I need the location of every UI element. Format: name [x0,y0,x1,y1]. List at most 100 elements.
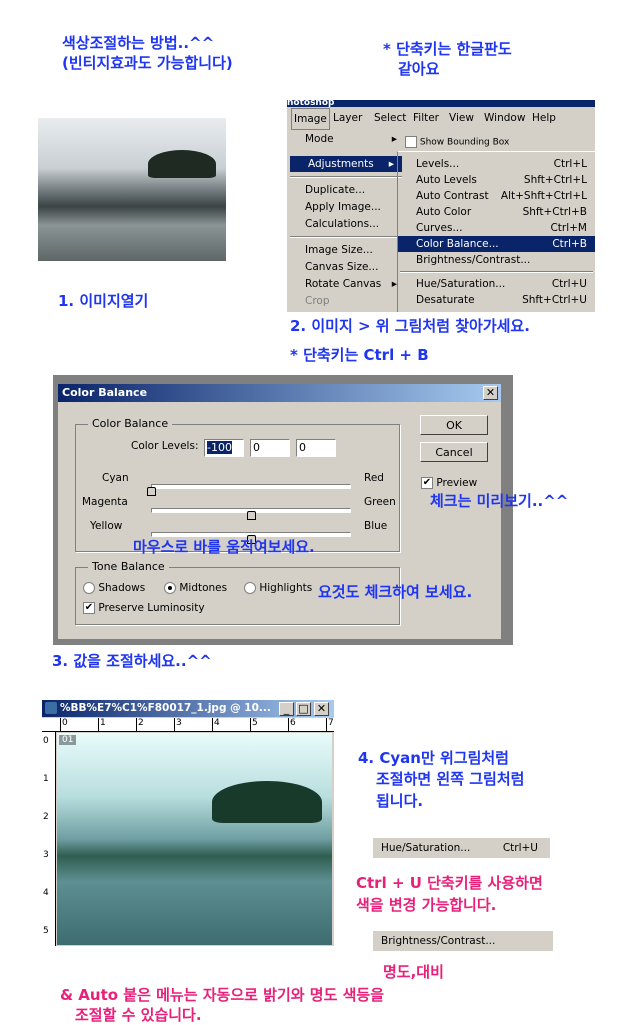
tone-note: 요것도 체크하여 보세요. [318,583,473,601]
photoshop-icon [45,702,57,714]
group-label: Tone Balance [88,560,169,573]
edited-photo: 01 [57,733,332,945]
ctrl-u-note-2: 색을 변경 가능합니다. [356,896,497,914]
menu-item-duplicate[interactable]: Duplicate... [287,182,405,198]
menu-view[interactable]: View [449,108,474,128]
menu-item-image-size[interactable]: Image Size... [287,242,405,258]
ruler-tick-label: 5 [43,926,49,936]
cyan-red-thumb[interactable] [147,487,156,496]
layer-badge: 01 [59,735,77,745]
step4-line3: 됩니다. [376,792,424,810]
submenu-brightness-contrast[interactable]: Brightness/Contrast... [398,252,595,268]
submenu-desaturate[interactable]: Desaturate Shft+Ctrl+U [398,292,595,308]
auto-note-1: & Auto 붙은 메뉴는 자동으로 밝기와 명도 색등을 [60,986,385,1004]
green-label: Green [364,496,396,508]
ruler-tick-label: 4 [43,888,49,898]
adjustments-submenu: Levels... Ctrl+L Auto Levels Shft+Ctrl+L A… [397,151,595,312]
minimize-icon[interactable]: _ [279,702,294,716]
step4-line1: 4. Cyan만 위그림처럼 [358,749,509,767]
ruler-tick-label: 2 [43,812,49,822]
step3-label: 3. 값을 조절하세요..^^ [52,652,212,670]
preview-note: 체크는 미리보기..^^ [430,492,569,510]
close-icon[interactable]: ✕ [483,386,498,400]
color-levels-label: Color Levels: [131,440,199,452]
blue-label: Blue [364,520,388,532]
submenu-hue-saturation[interactable]: Hue/Saturation... Ctrl+U [398,276,595,292]
auto-note-2: 조절할 수 있습니다. [75,1006,202,1024]
ruler-tick-label: 1 [98,718,106,732]
dialog-titlebar: Color Balance ✕ [58,384,501,402]
highlights-radio[interactable]: Highlights [244,582,312,594]
menu-item-crop[interactable]: Crop [287,293,405,309]
maximize-icon[interactable]: □ [296,702,311,716]
step1-label: 1. 이미지열기 [58,292,149,310]
tutorial-subtitle: (빈티지효과도 가능합니다) [62,54,233,72]
magenta-green-thumb[interactable] [247,511,256,520]
color-balance-group: Color Balance Color Levels: -100 0 0 Cya… [75,417,400,552]
close-icon[interactable]: ✕ [314,702,329,716]
midtones-radio[interactable]: Midtones [164,582,227,594]
photoshop-menu-screenshot: hotoshop Image Layer Select Filter View … [287,100,595,312]
submenu-auto-contrast[interactable]: Auto Contrast Alt+Shft+Ctrl+L [398,188,595,204]
submenu-levels[interactable]: Levels... Ctrl+L [398,156,595,172]
menu-image[interactable]: Image [291,108,330,130]
ruler-top: 0 1 2 3 4 5 6 7 [42,718,334,732]
cyan-label: Cyan [102,472,129,484]
level-yellow-blue-input[interactable]: 0 [296,439,336,457]
image-window: %BB%E7%C1%F80017_1.jpg @ 10... _ □ ✕ 012… [42,700,334,946]
ruler-tick-label: 0 [43,736,49,746]
ruler-tick-label: 0 [60,718,68,732]
slider-note: 마우스로 바를 움직여보세요. [133,538,315,556]
menu-layer[interactable]: Layer [333,108,362,128]
ok-button[interactable]: OK [420,415,488,435]
menu-select[interactable]: Select [374,108,406,128]
submenu-auto-levels[interactable]: Auto Levels Shft+Ctrl+L [398,172,595,188]
menubar: Image Layer Select Filter View Window He… [287,108,595,130]
ruler-left: 0 1 2 3 4 5 [42,732,56,946]
brightness-note: 명도,대비 [383,963,444,981]
show-bounding-box[interactable]: Show Bounding Box [405,136,509,148]
menu-item-calculations[interactable]: Calculations... [287,216,405,232]
cancel-button[interactable]: Cancel [420,442,488,462]
menu-filter[interactable]: Filter [413,108,439,128]
menu-item-rotate-canvas[interactable]: Rotate Canvas ▸ [287,276,405,292]
preserve-luminosity-checkbox[interactable]: ✔ Preserve Luminosity [83,602,205,614]
step2-label: 2. 이미지 > 위 그림처럼 찾아가세요. [290,317,530,335]
menu-item-canvas-size[interactable]: Canvas Size... [287,259,405,275]
menu-help[interactable]: Help [532,108,556,128]
menu-item-mode[interactable]: Mode ▸ [287,131,405,147]
submenu-auto-color[interactable]: Auto Color Shft+Ctrl+B [398,204,595,220]
ruler-tick-label: 3 [43,850,49,860]
app-title: hotoshop [287,100,595,107]
tutorial-title: 색상조절하는 방법..^^ [62,34,215,52]
submenu-curves[interactable]: Curves... Ctrl+M [398,220,595,236]
cyan-red-slider[interactable] [151,484,351,489]
ruler-tick-label: 7 [326,718,334,732]
brightness-contrast-menu-item[interactable]: Brightness/Contrast... [373,931,553,951]
red-label: Red [364,472,384,484]
yellow-label: Yellow [90,520,123,532]
ruler-tick-label: 2 [136,718,144,732]
ruler-tick-label: 3 [174,718,182,732]
level-magenta-green-input[interactable]: 0 [250,439,290,457]
hue-saturation-menu-item[interactable]: Hue/Saturation... Ctrl+U [373,838,550,858]
menu-window[interactable]: Window [484,108,525,128]
check-icon: ✔ [421,477,433,489]
shortcut-note: * 단축키는 한글판도 [383,40,512,58]
image-menu: Mode ▸ Adjustments ▸ Duplicate... Apply Im… [287,129,405,312]
shadows-radio[interactable]: Shadows [83,582,145,594]
level-cyan-red-input[interactable]: -100 [207,441,232,454]
menu-item-adjustments[interactable]: Adjustments ▸ [290,156,402,172]
step4-line2: 조절하면 왼쪽 그림처럼 [376,770,525,788]
image-window-title: %BB%E7%C1%F80017_1.jpg @ 10... [60,702,271,714]
ruler-tick-label: 1 [43,774,49,784]
ruler-tick-label: 6 [288,718,296,732]
step2-shortcut: * 단축키는 Ctrl + B [290,346,429,364]
submenu-color-balance[interactable]: Color Balance... Ctrl+B [398,236,595,252]
preview-checkbox[interactable]: ✔ Preview [421,477,477,489]
ruler-tick-label: 5 [250,718,258,732]
shortcut-note-2: 같아요 [398,60,440,78]
original-photo [38,118,226,261]
menu-item-apply-image[interactable]: Apply Image... [287,199,405,215]
ctrl-u-note-1: Ctrl + U 단축키를 사용하면 [356,874,543,892]
